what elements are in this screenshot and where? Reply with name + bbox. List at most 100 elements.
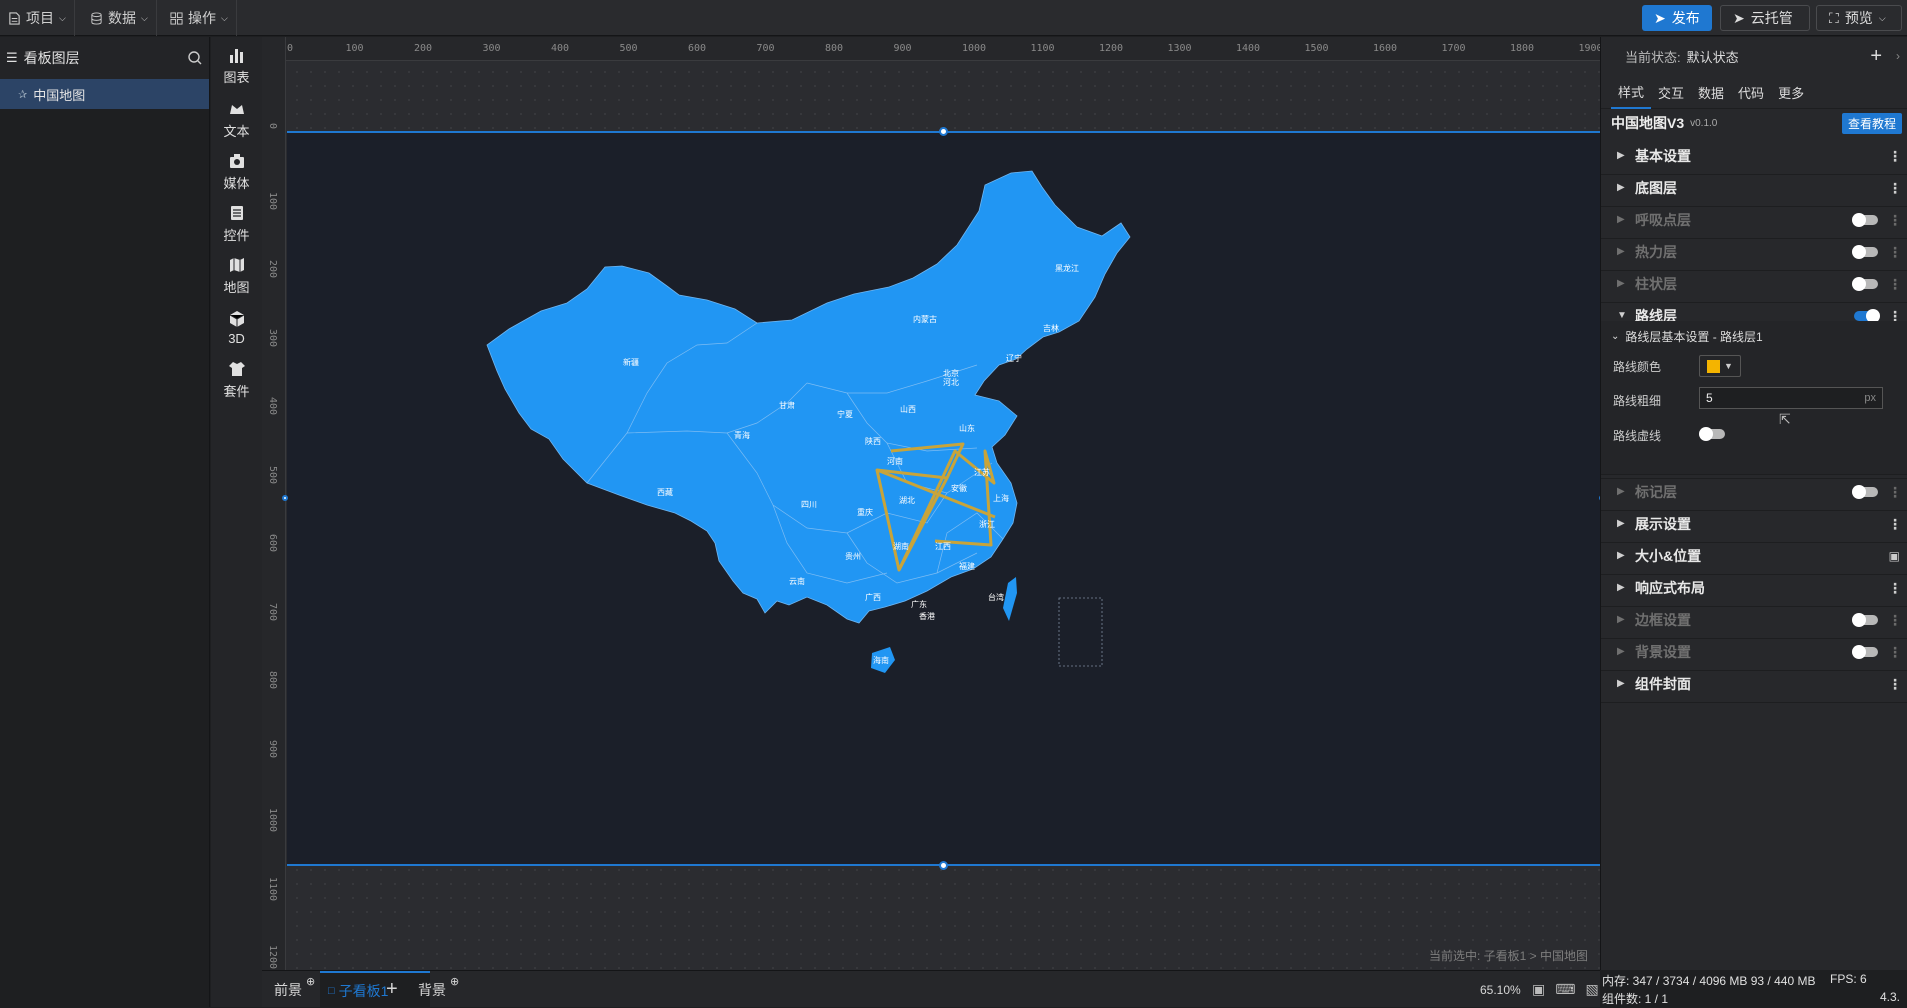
ruler-tick-label: 1500 <box>1304 43 1329 54</box>
add-circle-icon[interactable]: ⊕ <box>306 975 315 988</box>
ruler-tick-label: 900 <box>893 43 912 54</box>
section-title: 热力层 <box>1635 243 1677 260</box>
tab-4[interactable]: 更多 <box>1771 75 1811 109</box>
tool-text[interactable]: 文本 <box>211 95 262 145</box>
more-vertical-icon[interactable]: ⋮ <box>1888 149 1902 163</box>
tool-media[interactable]: 媒体 <box>211 147 262 197</box>
ruler-tick-label: 1000 <box>267 808 278 833</box>
tab-1[interactable]: 交互 <box>1651 75 1691 109</box>
tab-3[interactable]: 代码 <box>1731 75 1771 109</box>
tab-0[interactable]: 样式 <box>1611 75 1652 109</box>
lock-icon[interactable]: ▣ <box>1889 549 1900 563</box>
route-width-value: 5 <box>1706 391 1713 405</box>
tab-sub-board[interactable]: □ 子看板1 <box>320 971 430 1008</box>
more-vertical-icon[interactable]: ⋮ <box>1888 277 1902 291</box>
more-vertical-icon[interactable]: ⋮ <box>1888 181 1902 195</box>
section-toggle[interactable] <box>1854 308 1880 323</box>
province-label: 云南 <box>789 576 805 586</box>
tab-sub-board-label: 子看板1 <box>338 982 389 999</box>
taiwan-island[interactable] <box>1003 577 1017 621</box>
tab-2[interactable]: 数据 <box>1691 75 1731 109</box>
chevron-right-icon[interactable]: › <box>1896 49 1900 63</box>
layers-panel: ☰ 看板图层 ✰ 中国地图 <box>0 37 210 1007</box>
tab-foreground[interactable]: 前景 ⊕ <box>274 971 315 1008</box>
tool-control[interactable]: 控件 <box>211 199 262 249</box>
sub-board[interactable]: 黑龙江 吉林 辽宁 内蒙古 北京 河北 山西 山东 新疆 甘肃 宁夏 青海 陕西 河南 江苏 安徽 上海 湖北 浙江… <box>282 127 1600 870</box>
ruler-tick-label: 100 <box>345 43 364 54</box>
canvas-area[interactable]: 0 100 200 300 400 500 600 700 800 900 1000 1100 1200… <box>262 37 1600 970</box>
more-vertical-icon[interactable]: ⋮ <box>1888 645 1902 659</box>
caret-right-icon: ▶ <box>1617 278 1625 289</box>
section-toggle[interactable] <box>1852 612 1878 627</box>
section-toggle[interactable] <box>1852 484 1878 499</box>
province-label: 辽宁 <box>1006 353 1022 363</box>
layers-title: 看板图层 <box>23 50 80 66</box>
section-title: 响应式布局 <box>1635 579 1705 596</box>
tab-background[interactable]: 背景 ⊕ <box>418 971 459 1008</box>
province-label: 吉林 <box>1043 323 1059 333</box>
more-vertical-icon[interactable]: ⋮ <box>1888 485 1902 499</box>
search-icon[interactable] <box>187 50 203 66</box>
fps-status: FPS: 6 <box>1830 972 1867 986</box>
keyboard-icon[interactable]: ⌨ <box>1555 981 1575 998</box>
china-map[interactable]: 黑龙江吉林辽宁 内蒙古北京河北山西山东 新疆甘肃宁夏青海陕西河南江苏安徽上海 湖北浙江… <box>287 133 1600 868</box>
menu-operation[interactable]: 操作 ⌵ <box>162 0 237 36</box>
board-tabs-bar: 前景 ⊕ □ 子看板1 + 背景 ⊕ 65.10% ▣ ⌨ ▧ <box>262 970 1600 1008</box>
menu-project[interactable]: 项目 ⌵ <box>0 0 75 36</box>
terminal-icon[interactable]: ▧ <box>1585 981 1598 998</box>
top-toolbar: 项目 ⌵ 数据 ⌵ 操作 ⌵ ➤ 发布 ➤ 云托管 ⛶ 预览 ⌵ <box>0 0 1907 36</box>
ruler-tick-label: 1300 <box>1167 43 1192 54</box>
tool-suite[interactable]: 套件 <box>211 355 262 405</box>
ruler-vertical[interactable]: 0 100 200 300 400 500 600 700 800 900 1000 1100 1200 <box>262 37 286 970</box>
route-layer-settings: ⌄ 路线层基本设置 - 路线层1 路线颜色 ▼ 路线粗细 5 px 路线虚线 ⇱ <box>1601 321 1907 475</box>
menu-data[interactable]: 数据 ⌵ <box>82 0 157 36</box>
add-circle-icon[interactable]: ⊕ <box>450 975 459 988</box>
add-tab-button[interactable]: + <box>386 971 398 1008</box>
china-mainland[interactable] <box>486 170 1131 624</box>
layer-item-china-map[interactable]: ✰ 中国地图 <box>0 79 209 109</box>
cloud-hosting-button[interactable]: ➤ 云托管 <box>1720 5 1810 31</box>
tab-background-label: 背景 <box>418 981 446 998</box>
fullscreen-icon: ⛶ <box>1829 9 1839 26</box>
province-label: 内蒙古 <box>913 314 937 324</box>
tool-3d[interactable]: 3D <box>211 303 262 353</box>
selection-breadcrumb: 当前选中: 子看板1 > 中国地图 <box>1428 949 1588 963</box>
layer-item-label: 中国地图 <box>33 87 86 103</box>
caret-right-icon: ▶ <box>1617 646 1625 657</box>
plus-icon[interactable]: + <box>1870 45 1882 68</box>
route-dashed-toggle[interactable] <box>1699 427 1725 441</box>
publish-button[interactable]: ➤ 发布 <box>1642 5 1712 31</box>
more-vertical-icon[interactable]: ⋮ <box>1888 245 1902 259</box>
section-title: 柱状层 <box>1635 275 1677 292</box>
route-dashed-label: 路线虚线 <box>1613 429 1662 443</box>
ruler-horizontal[interactable]: 0 100 200 300 400 500 600 700 800 900 1000 1100 1200… <box>262 37 1600 61</box>
section-组件封面[interactable]: ▶ 组件封面 ⋮ <box>1601 665 1907 703</box>
canvas-tools: ▣ ⌨ ▧ <box>1532 971 1599 1008</box>
more-vertical-icon[interactable]: ⋮ <box>1888 677 1902 691</box>
more-vertical-icon[interactable]: ⋮ <box>1888 213 1902 227</box>
section-title: 基本设置 <box>1635 147 1691 164</box>
section-title: 呼吸点层 <box>1635 211 1691 228</box>
more-vertical-icon[interactable]: ⋮ <box>1888 517 1902 531</box>
fit-screen-icon[interactable]: ▣ <box>1532 981 1545 998</box>
caret-right-icon: ▶ <box>1617 214 1625 225</box>
tutorial-button[interactable]: 查看教程 <box>1841 113 1902 134</box>
caret-right-icon: ▶ <box>1617 550 1625 561</box>
state-value[interactable]: 默认状态 <box>1687 47 1739 66</box>
ruler-tick-label: 700 <box>267 602 278 621</box>
section-toggle[interactable] <box>1852 212 1878 227</box>
more-vertical-icon[interactable]: ⋮ <box>1888 613 1902 627</box>
more-vertical-icon[interactable]: ⋮ <box>1888 581 1902 595</box>
preview-button[interactable]: ⛶ 预览 ⌵ <box>1816 5 1902 31</box>
section-toggle[interactable] <box>1852 644 1878 659</box>
memory-status: 内存: 347 / 3734 / 4096 MB 93 / 440 MB <box>1602 974 1816 988</box>
route-width-input[interactable]: 5 px <box>1699 387 1883 409</box>
section-toggle[interactable] <box>1852 244 1878 259</box>
section-toggle[interactable] <box>1852 276 1878 291</box>
tool-map[interactable]: 地图 <box>211 251 262 301</box>
tool-chart[interactable]: 图表 <box>211 41 262 91</box>
route-sub-header[interactable]: ⌄ 路线层基本设置 - 路线层1 <box>1601 321 1907 351</box>
route-color-picker[interactable]: ▼ <box>1699 355 1741 377</box>
tool-media-label: 媒体 <box>223 176 250 191</box>
chevron-down-icon: ⌄ <box>1611 330 1620 342</box>
